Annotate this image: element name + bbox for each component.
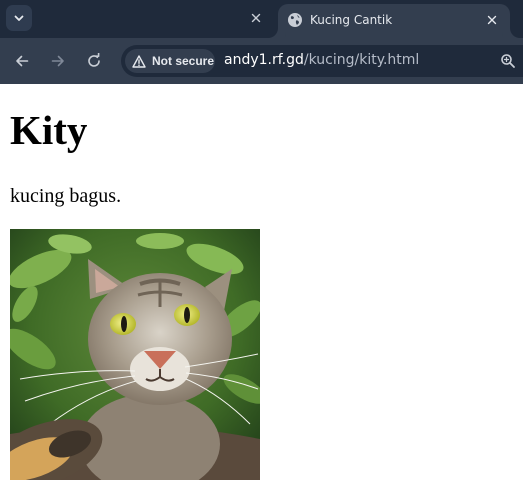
cat-photo xyxy=(10,229,260,480)
close-icon xyxy=(487,15,497,25)
site-info-button[interactable]: Not secure xyxy=(125,49,215,73)
address-bar[interactable]: Not secure andy1.rf.gd/kucing/kity.html xyxy=(121,45,523,77)
forward-button[interactable] xyxy=(46,49,70,73)
page-content: Kity kucing bagus. xyxy=(0,84,523,480)
page-paragraph: kucing bagus. xyxy=(10,185,122,207)
url-host: andy1.rf.gd xyxy=(224,52,304,68)
cat-photo-illustration xyxy=(10,229,260,480)
reload-icon xyxy=(88,53,100,67)
tab-search-button[interactable] xyxy=(6,5,32,31)
page-heading: Kity xyxy=(10,107,88,153)
zoom-button[interactable] xyxy=(498,51,518,71)
tab-strip: Kucing Cantik xyxy=(0,0,523,38)
previous-tab-close-button[interactable] xyxy=(246,8,266,28)
zoom-icon xyxy=(501,54,515,68)
close-icon xyxy=(251,13,261,23)
security-status-label: Not secure xyxy=(152,54,215,68)
arrow-left-icon xyxy=(16,55,29,67)
warning-triangle-icon xyxy=(132,54,146,68)
back-button[interactable] xyxy=(10,49,34,73)
url-text[interactable]: andy1.rf.gd/kucing/kity.html xyxy=(224,52,419,68)
url-path: /kucing/kity.html xyxy=(303,52,420,68)
tab-kucing-cantik[interactable]: Kucing Cantik xyxy=(278,4,510,38)
tab-title: Kucing Cantik xyxy=(310,13,393,27)
reload-button[interactable] xyxy=(82,49,106,73)
browser-toolbar: Not secure andy1.rf.gd/kucing/kity.html xyxy=(0,38,523,84)
globe-icon xyxy=(288,13,302,27)
chevron-down-icon xyxy=(14,15,24,21)
arrow-right-icon xyxy=(51,55,64,67)
tab-close-button[interactable] xyxy=(482,10,502,30)
